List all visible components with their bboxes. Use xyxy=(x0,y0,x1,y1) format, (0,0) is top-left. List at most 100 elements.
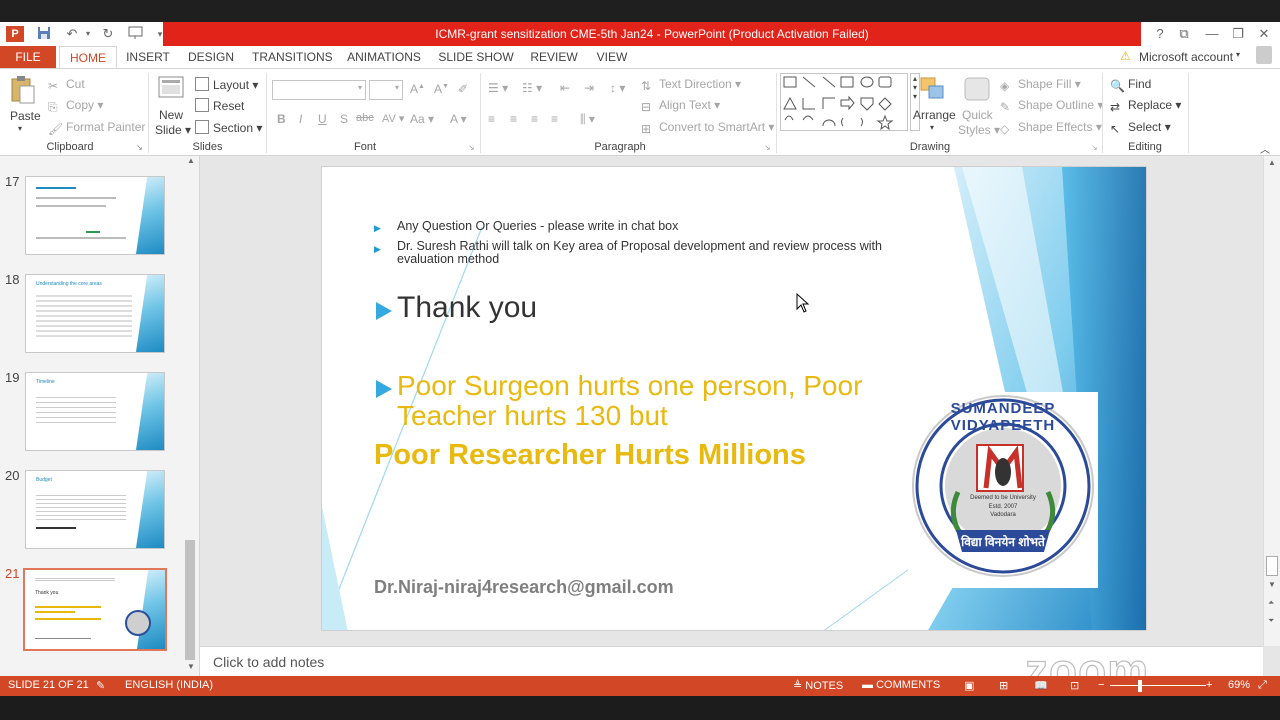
paste-icon[interactable] xyxy=(10,75,36,108)
tab-slide-show[interactable]: SLIDE SHOW xyxy=(438,46,514,68)
slide-thumbnail-20[interactable]: Budget xyxy=(25,470,165,549)
arrange-button[interactable]: Arrange xyxy=(913,108,956,122)
account-dropdown-icon[interactable]: ▾ xyxy=(1236,50,1240,59)
zoom-slider[interactable] xyxy=(1110,685,1206,686)
slide-sorter-icon[interactable]: ⊞ xyxy=(999,679,1008,692)
reading-view-icon[interactable]: 📖 xyxy=(1034,679,1048,692)
layout-button[interactable]: Layout ▾ xyxy=(195,77,258,92)
align-right-icon[interactable]: ≡ xyxy=(531,112,538,126)
clipboard-launcher-icon[interactable]: ↘ xyxy=(136,143,143,152)
shape-fill-button[interactable]: ◈ Shape Fill ▾ xyxy=(1000,77,1081,93)
tab-transitions[interactable]: TRANSITIONS xyxy=(252,46,333,68)
line-spacing-icon[interactable]: ↕ ▾ xyxy=(610,81,625,95)
bullets-icon[interactable]: ☰ ▾ xyxy=(488,81,508,95)
align-center-icon[interactable]: ≡ xyxy=(510,112,517,126)
slide-thumbnail-21-selected[interactable]: Thank you xyxy=(23,568,167,651)
language-indicator[interactable]: ENGLISH (INDIA) xyxy=(125,679,213,691)
slide-show-icon[interactable]: ⊡ xyxy=(1070,679,1079,692)
tab-design[interactable]: DESIGN xyxy=(185,46,237,68)
tab-view[interactable]: VIEW xyxy=(594,46,630,68)
start-from-beginning-icon[interactable] xyxy=(128,26,144,42)
notes-button[interactable]: ≜ NOTES xyxy=(793,679,843,692)
new-slide-icon[interactable] xyxy=(157,75,185,104)
paste-dropdown-icon[interactable]: ▾ xyxy=(18,124,22,133)
paragraph-launcher-icon[interactable]: ↘ xyxy=(764,143,771,152)
microsoft-account[interactable]: Microsoft account xyxy=(1139,50,1233,64)
spell-check-icon[interactable]: ✎ xyxy=(96,679,105,692)
quick-styles-label-1[interactable]: Quick xyxy=(962,108,993,122)
previous-slide-icon[interactable]: ⏶ xyxy=(1268,598,1274,608)
tab-animations[interactable]: ANIMATIONS xyxy=(344,46,424,68)
scroll-down-icon[interactable]: ▼ xyxy=(187,662,195,671)
section-button[interactable]: Section ▾ xyxy=(195,120,262,135)
powerpoint-app-icon[interactable]: P xyxy=(6,26,24,42)
align-text-button[interactable]: ⊟ Align Text ▾ xyxy=(641,98,720,114)
paste-button[interactable]: Paste xyxy=(10,109,41,123)
slide-thumbnail-18[interactable]: Understanding the core areas xyxy=(25,274,165,353)
minimize-icon[interactable]: — xyxy=(1202,25,1222,43)
zoom-out-icon[interactable]: − xyxy=(1098,679,1104,691)
help-icon[interactable]: ? xyxy=(1150,25,1170,43)
scroll-up-icon[interactable]: ▲ xyxy=(187,156,195,165)
find-button[interactable]: 🔍 Find xyxy=(1110,77,1151,93)
zoom-in-icon[interactable]: + xyxy=(1206,679,1212,691)
shape-effects-button[interactable]: ◇ Shape Effects ▾ xyxy=(1000,120,1102,136)
replace-button[interactable]: ⇄ Replace ▾ xyxy=(1110,98,1181,114)
zoom-slider-thumb[interactable] xyxy=(1138,680,1142,692)
notes-pane[interactable]: Click to add notes zoom xyxy=(200,643,1263,697)
scroll-up-icon[interactable]: ▲ xyxy=(1268,158,1276,167)
collapse-ribbon-icon[interactable]: ︿ xyxy=(1260,141,1270,156)
slide-thumbnail-17[interactable] xyxy=(25,176,165,255)
tab-home[interactable]: HOME xyxy=(59,46,117,68)
new-slide-label-1[interactable]: New xyxy=(159,108,183,122)
quick-styles-icon[interactable] xyxy=(962,75,992,106)
bold-button[interactable]: B xyxy=(277,112,286,126)
quick-styles-label-2[interactable]: Styles ▾ xyxy=(958,123,1000,137)
font-color-button[interactable]: A ▾ xyxy=(450,112,467,126)
change-case-button[interactable]: Aa ▾ xyxy=(410,112,434,126)
notes-placeholder[interactable]: Click to add notes xyxy=(213,654,324,670)
new-slide-label-2[interactable]: Slide ▾ xyxy=(155,123,191,137)
tab-insert[interactable]: INSERT xyxy=(124,46,172,68)
copy-button[interactable]: ⎘ Copy ▾ xyxy=(48,98,103,114)
columns-icon[interactable]: ⫼ ▾ xyxy=(580,112,595,127)
restore-icon[interactable]: ❐ xyxy=(1228,25,1248,43)
drawing-launcher-icon[interactable]: ↘ xyxy=(1091,143,1098,152)
save-icon[interactable] xyxy=(36,26,52,42)
undo-icon[interactable]: ↶ xyxy=(64,26,80,42)
text-shadow-button[interactable]: S xyxy=(340,112,348,126)
italic-button[interactable]: I xyxy=(299,112,302,126)
normal-view-icon[interactable]: ▣ xyxy=(964,679,974,692)
align-left-icon[interactable]: ≡ xyxy=(488,112,495,126)
ribbon-display-options-icon[interactable]: ⧉ xyxy=(1174,25,1194,43)
tab-review[interactable]: REVIEW xyxy=(527,46,581,68)
arrange-dropdown-icon[interactable]: ▾ xyxy=(930,123,934,132)
increase-indent-icon[interactable]: ⇥ xyxy=(584,81,594,95)
shapes-gallery[interactable] xyxy=(780,73,908,131)
tab-file[interactable]: FILE xyxy=(0,46,56,68)
close-icon[interactable]: ✕ xyxy=(1254,25,1274,43)
slide-21[interactable]: ▶ Any Question Or Queries - please write… xyxy=(321,166,1147,631)
convert-smartart-button[interactable]: ⊞ Convert to SmartArt ▾ xyxy=(641,120,774,136)
font-family-select[interactable]: ▾ xyxy=(272,80,366,100)
avatar[interactable] xyxy=(1256,46,1272,64)
comments-button[interactable]: ▬ COMMENTS xyxy=(862,679,940,691)
scroll-thumb[interactable] xyxy=(1266,556,1278,576)
slide-scrollbar[interactable]: ▲ ▼ ⏶ ⏷ xyxy=(1263,156,1280,646)
arrange-icon[interactable] xyxy=(918,75,948,106)
clear-formatting-icon[interactable]: ✐ xyxy=(458,82,468,96)
slide-thumbnail-19[interactable]: Timeline xyxy=(25,372,165,451)
numbering-icon[interactable]: ☷ ▾ xyxy=(522,81,542,95)
fit-slide-icon[interactable]: ⤢ xyxy=(1258,679,1267,692)
reset-button[interactable]: Reset xyxy=(195,98,244,113)
scroll-thumb[interactable] xyxy=(185,540,195,660)
decrease-font-icon[interactable]: A▼ xyxy=(434,82,449,96)
font-size-select[interactable]: ▾ xyxy=(369,80,403,100)
shape-outline-button[interactable]: ✎ Shape Outline ▾ xyxy=(1000,98,1103,114)
decrease-indent-icon[interactable]: ⇤ xyxy=(560,81,570,95)
text-direction-button[interactable]: ⇅ Text Direction ▾ xyxy=(641,77,741,93)
justify-icon[interactable]: ≡ xyxy=(551,112,558,126)
select-button[interactable]: ↖ Select ▾ xyxy=(1110,120,1171,136)
next-slide-icon[interactable]: ⏷ xyxy=(1268,616,1274,626)
font-launcher-icon[interactable]: ↘ xyxy=(468,143,475,152)
